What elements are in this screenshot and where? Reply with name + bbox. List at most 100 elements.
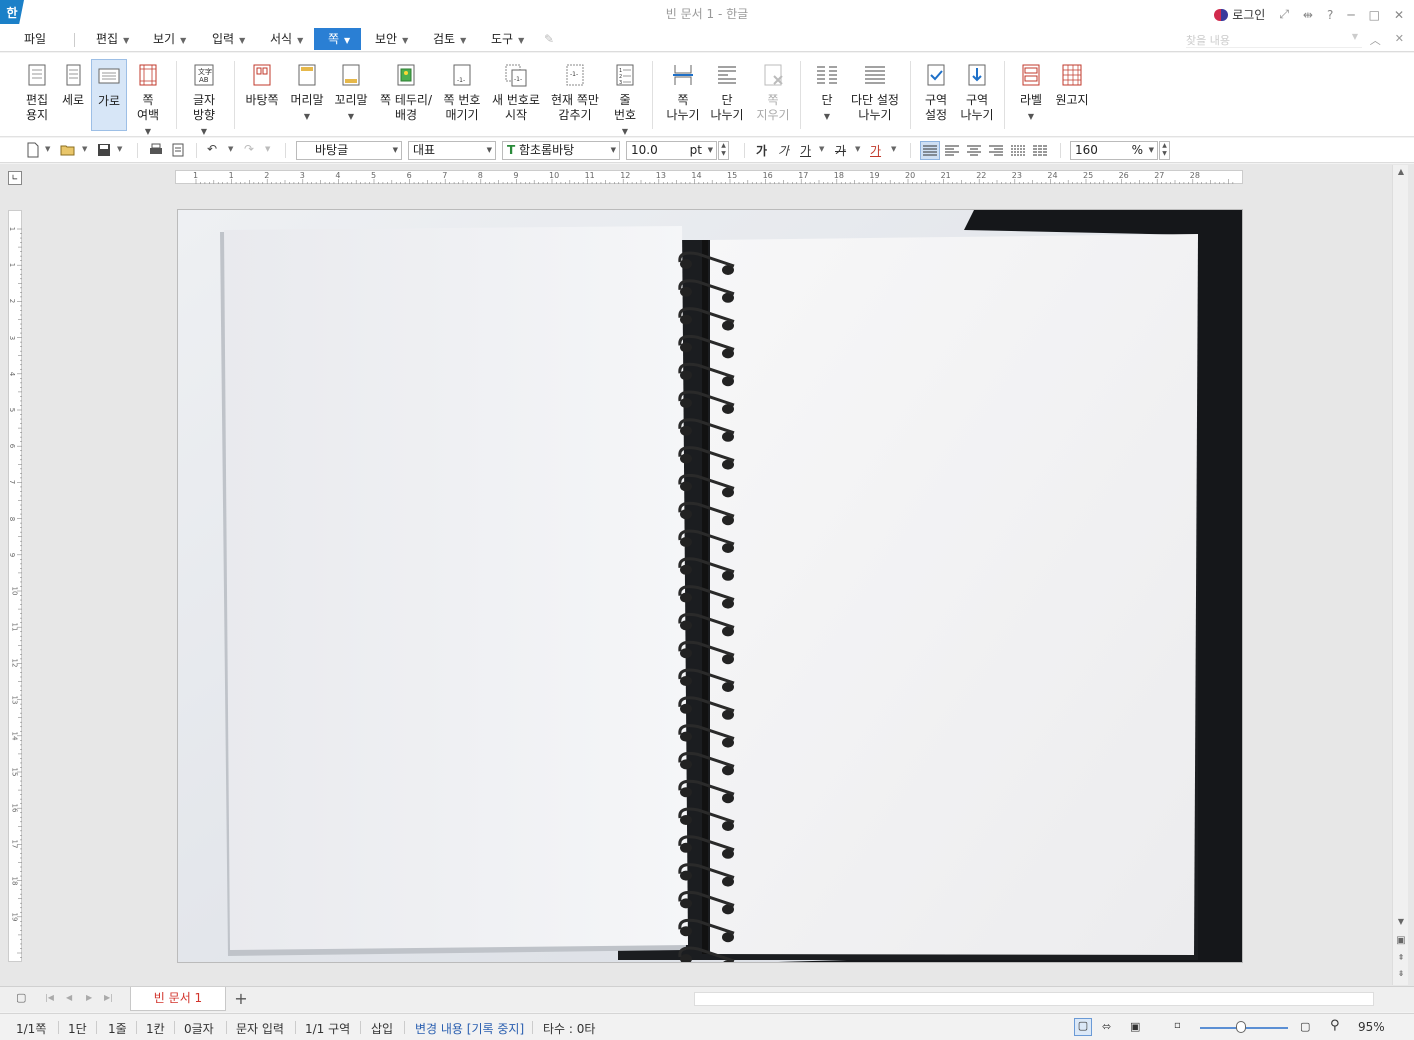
horizontal-ruler[interactable]: 1 1 2 3 4 5 6 7 8 9 10 11 12 13 14 15 16 17 18 19 20 21 22 23 24… xyxy=(175,170,1243,184)
landscape-button[interactable]: 가로 xyxy=(91,59,127,131)
chevron-down-icon[interactable]: ▼ xyxy=(891,145,896,153)
memo-icon[interactable]: ▢ xyxy=(16,991,26,1004)
label-button[interactable]: 라벨 ▼ xyxy=(1014,59,1048,131)
page-break-button[interactable]: 쪽 나누기 xyxy=(664,59,702,131)
new-number-button[interactable]: -1- 새 번호로 시작 xyxy=(489,59,543,131)
minimize-button[interactable]: ─ xyxy=(1347,8,1354,22)
zoom-level[interactable]: 95% xyxy=(1358,1020,1385,1034)
undo-icon[interactable]: ↶ xyxy=(207,142,223,158)
toolbar-customize-icon[interactable]: ✎ xyxy=(544,32,558,46)
align-distribute-button[interactable] xyxy=(1008,141,1028,160)
help-button[interactable]: ? xyxy=(1327,8,1333,22)
menu-edit[interactable]: 편집 ▼ xyxy=(90,28,135,50)
language-select[interactable]: 대표 ▼ xyxy=(408,141,496,160)
print-icon[interactable] xyxy=(148,142,164,158)
first-tab-icon[interactable]: |◀ xyxy=(45,993,54,1002)
menu-page[interactable]: 쪽 ▼ xyxy=(314,28,361,50)
status-insert-mode[interactable]: 삽입 xyxy=(371,1020,393,1037)
column-break-button[interactable]: 단 나누기 xyxy=(708,59,746,131)
zoom-magnifier-icon[interactable]: ⚲ xyxy=(1330,1018,1340,1033)
columns-button[interactable]: 단 ▼ xyxy=(810,59,844,131)
multi-column-button[interactable]: 다단 설정 나누기 xyxy=(848,59,902,131)
strikethrough-button[interactable]: 가 xyxy=(835,142,846,159)
vertical-ruler[interactable]: 1 1 2 3 4 5 6 7 8 9 10 11 12 13 14 15 16 17 18 19 xyxy=(8,210,22,962)
document-page[interactable] xyxy=(177,209,1243,963)
add-tab-button[interactable]: + xyxy=(230,989,252,1009)
normal-view-icon[interactable]: ▢ xyxy=(1074,1018,1092,1036)
horizontal-scrollbar[interactable] xyxy=(694,992,1374,1006)
section-setup-button[interactable]: 구역 설정 xyxy=(918,59,954,131)
next-tab-icon[interactable]: ▶ xyxy=(86,993,92,1002)
scroll-up-icon[interactable]: ▲ xyxy=(1393,167,1409,176)
close-button[interactable]: ✕ xyxy=(1394,8,1404,22)
header-button[interactable]: 머리말 ▼ xyxy=(288,59,326,131)
align-center-button[interactable] xyxy=(964,141,984,160)
section-break-button[interactable]: 구역 나누기 xyxy=(958,59,996,131)
status-page[interactable]: 1/1쪽 xyxy=(16,1020,46,1037)
chevron-down-icon[interactable]: ▼ xyxy=(819,145,824,153)
full-page-view-icon[interactable]: ▣ xyxy=(1130,1020,1140,1033)
chevron-down-icon[interactable]: ▼ xyxy=(265,145,270,153)
fullscreen-icon[interactable]: ⤢ xyxy=(1279,7,1289,22)
font-size-stepper[interactable]: ▲ ▼ xyxy=(718,141,729,160)
tab-type-selector[interactable]: ∟ xyxy=(8,171,22,185)
text-direction-button[interactable]: 文字 AB 글자 방향 ▼ xyxy=(186,59,222,136)
scroll-down-icon[interactable]: ▼ xyxy=(1393,917,1409,926)
zoom-slider-handle[interactable] xyxy=(1236,1021,1246,1033)
last-tab-icon[interactable]: ▶| xyxy=(104,993,113,1002)
line-spacing-input[interactable]: 160% ▼ xyxy=(1070,141,1158,160)
maximize-button[interactable]: □ xyxy=(1369,8,1380,22)
status-track-changes[interactable]: 변경 내용 [기록 중지] xyxy=(415,1020,524,1037)
chevron-down-icon[interactable]: ▼ xyxy=(228,145,233,153)
line-number-button[interactable]: 123 줄 번호 ▼ xyxy=(606,59,644,136)
menu-file[interactable]: 파일 xyxy=(18,28,52,50)
status-input-mode[interactable]: 문자 입력 xyxy=(236,1020,284,1037)
page-number-button[interactable]: -1- 쪽 번호 매기기 xyxy=(440,59,484,131)
align-divide-button[interactable] xyxy=(1030,141,1050,160)
bold-button[interactable]: 가 xyxy=(756,142,767,159)
search-input[interactable]: 찾을 내용 ▼ xyxy=(1186,32,1362,48)
hide-current-button[interactable]: -1- 현재 쪽만 감추기 xyxy=(548,59,602,131)
open-folder-icon[interactable] xyxy=(60,142,76,158)
underline-button[interactable]: 가 xyxy=(800,142,811,159)
manuscript-button[interactable]: 원고지 xyxy=(1052,59,1092,131)
align-right-button[interactable] xyxy=(986,141,1006,160)
font-size-input[interactable]: 10.0 pt ▼ xyxy=(626,141,717,160)
zoom-in-icon[interactable]: ▢ xyxy=(1300,1020,1310,1033)
resize-width-icon[interactable]: ⇹ xyxy=(1303,8,1313,22)
vertical-scrollbar[interactable]: ▲ ▼ ▣ ⇞ ⇟ xyxy=(1392,165,1408,985)
close-doc-icon[interactable]: ✕ xyxy=(1395,32,1404,48)
italic-button[interactable]: 가 xyxy=(778,142,789,159)
menu-insert[interactable]: 입력 ▼ xyxy=(206,28,251,50)
zoom-out-icon[interactable]: ▫ xyxy=(1174,1020,1181,1031)
portrait-button[interactable]: 세로 xyxy=(58,59,88,131)
line-spacing-stepper[interactable]: ▲ ▼ xyxy=(1159,141,1170,160)
prev-tab-icon[interactable]: ◀ xyxy=(66,993,72,1002)
font-select[interactable]: T 함초롬바탕 ▼ xyxy=(502,141,620,160)
save-icon[interactable] xyxy=(96,142,112,158)
chevron-down-icon[interactable]: ▼ xyxy=(45,145,50,153)
menu-tools[interactable]: 도구 ▼ xyxy=(485,28,530,50)
login-button[interactable]: 로그인 xyxy=(1214,6,1265,23)
align-justify-button[interactable] xyxy=(920,141,940,160)
collapse-ribbon-icon[interactable]: ︿ xyxy=(1370,32,1381,48)
menu-security[interactable]: 보안 ▼ xyxy=(369,28,414,50)
new-document-icon[interactable] xyxy=(25,142,41,158)
print-preview-icon[interactable] xyxy=(170,142,186,158)
next-page-icon[interactable]: ⇟ xyxy=(1393,969,1409,978)
menu-view[interactable]: 보기 ▼ xyxy=(147,28,192,50)
prev-page-icon[interactable]: ⇞ xyxy=(1393,953,1409,962)
page-border-button[interactable]: 쪽 테두리/ 배경 xyxy=(376,59,436,131)
page-view-icon[interactable]: ▣ xyxy=(1393,935,1409,946)
footer-button[interactable]: 꼬리말 ▼ xyxy=(332,59,370,131)
page-delete-button[interactable]: 쪽 지우기 xyxy=(754,59,792,131)
align-left-button[interactable] xyxy=(942,141,962,160)
page-margin-button[interactable]: 쪽 여백 ▼ xyxy=(131,59,165,136)
chevron-down-icon[interactable]: ▼ xyxy=(117,145,122,153)
edit-paper-button[interactable]: 편집 용지 xyxy=(20,59,54,131)
chevron-down-icon[interactable]: ▼ xyxy=(82,145,87,153)
font-color-button[interactable]: 가 xyxy=(870,142,881,159)
background-page-button[interactable]: 바탕쪽 xyxy=(242,59,282,131)
style-select[interactable]: 바탕글 ▼ xyxy=(296,141,402,160)
menu-review[interactable]: 검토 ▼ xyxy=(427,28,472,50)
